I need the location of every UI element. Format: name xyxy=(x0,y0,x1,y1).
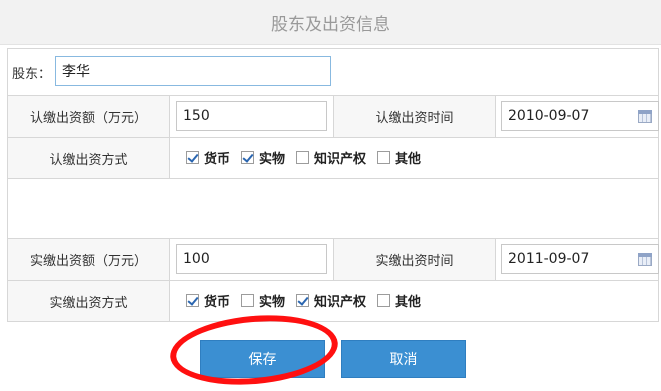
paid-amount-label: 实缴出资额（万元） xyxy=(8,239,170,280)
subscribed-amount-row: 认缴出资额（万元） 认缴出资时间 xyxy=(8,96,659,138)
checkbox-label: 知识产权 xyxy=(314,295,367,310)
subscribed-method-row: 认缴出资方式 货币 实物 知识产权 其他 xyxy=(8,138,658,179)
checkbox-label: 实物 xyxy=(259,152,286,167)
checkbox-label: 知识产权 xyxy=(314,152,367,167)
checkbox-other[interactable]: 其他 xyxy=(377,291,421,310)
checkbox-label: 其他 xyxy=(395,295,422,310)
checkbox-label: 实物 xyxy=(259,295,286,310)
subscribed-amount-label: 认缴出资额（万元） xyxy=(8,96,170,137)
check-icon[interactable] xyxy=(186,294,199,307)
checkbox-ip[interactable]: 知识产权 xyxy=(296,291,366,310)
paid-time-input[interactable] xyxy=(501,244,659,274)
subscribed-method-label: 认缴出资方式 xyxy=(8,138,170,178)
spacer-row xyxy=(8,179,658,239)
paid-method-options: 货币 实物 知识产权 其他 xyxy=(186,291,432,310)
check-icon[interactable] xyxy=(241,151,255,164)
paid-method-label: 实缴出资方式 xyxy=(8,281,170,321)
page-title: 股东及出资信息 xyxy=(0,0,661,45)
paid-time-label: 实缴出资时间 xyxy=(333,239,496,280)
checkbox-box[interactable] xyxy=(241,294,255,307)
checkbox-label: 货币 xyxy=(204,295,231,310)
subscribed-amount-input[interactable] xyxy=(176,101,327,131)
calendar-icon[interactable] xyxy=(638,110,652,123)
checkbox-other[interactable]: 其他 xyxy=(377,148,421,167)
subscribed-method-options: 货币 实物 知识产权 其他 xyxy=(186,148,432,167)
check-icon[interactable] xyxy=(296,294,310,307)
cancel-button[interactable]: 取消 xyxy=(341,340,466,378)
checkbox-property[interactable]: 实物 xyxy=(241,148,285,167)
checkbox-property[interactable]: 实物 xyxy=(241,291,285,310)
checkbox-box[interactable] xyxy=(377,294,391,307)
check-icon[interactable] xyxy=(186,151,199,164)
shareholder-input[interactable] xyxy=(55,56,331,86)
shareholder-label: 股东： xyxy=(12,67,52,82)
shareholder-form: 股东： 认缴出资额（万元） 认缴出资时间 认缴出资方式 货币 实物 知识产权 其… xyxy=(7,48,659,322)
checkbox-box[interactable] xyxy=(296,151,310,164)
checkbox-label: 其他 xyxy=(395,152,422,167)
checkbox-box[interactable] xyxy=(377,151,391,164)
subscribed-time-input[interactable] xyxy=(501,101,659,131)
paid-amount-input[interactable] xyxy=(176,244,327,274)
checkbox-ip[interactable]: 知识产权 xyxy=(296,148,366,167)
checkbox-currency[interactable]: 货币 xyxy=(186,148,230,167)
checkbox-label: 货币 xyxy=(204,152,231,167)
paid-method-row: 实缴出资方式 货币 实物 知识产权 其他 xyxy=(8,281,658,321)
shareholder-row: 股东： xyxy=(8,49,658,96)
calendar-icon[interactable] xyxy=(638,253,652,266)
paid-amount-row: 实缴出资额（万元） 实缴出资时间 xyxy=(8,239,659,281)
subscribed-time-label: 认缴出资时间 xyxy=(333,96,496,137)
checkbox-currency[interactable]: 货币 xyxy=(186,291,230,310)
